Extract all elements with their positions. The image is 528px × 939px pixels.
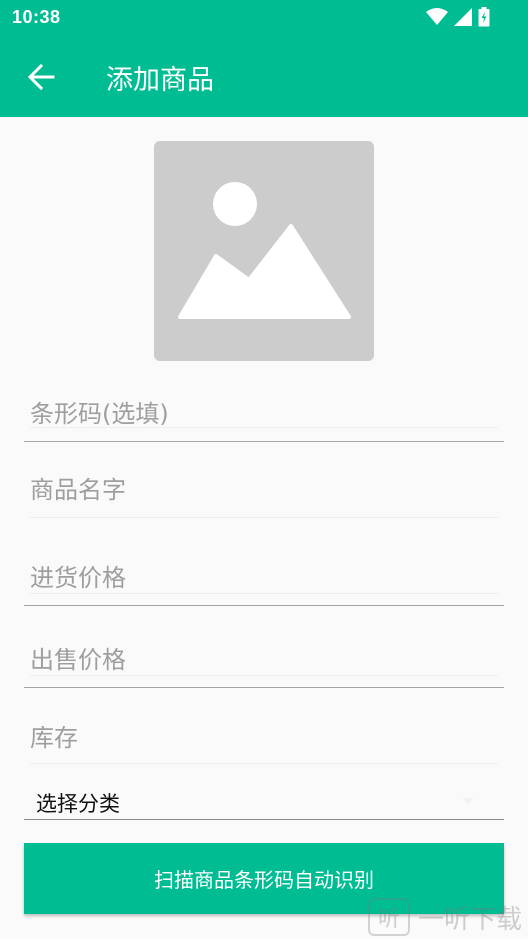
status-icons (426, 7, 490, 27)
status-time: 10:38 (12, 7, 61, 27)
field-underline (30, 517, 498, 518)
field-underline (30, 763, 498, 764)
status-bar: 10:38 (0, 0, 528, 36)
barcode-input[interactable] (24, 386, 504, 442)
scan-barcode-button[interactable]: 扫描商品条形码自动识别 (24, 843, 504, 914)
product-image-picker[interactable] (154, 141, 374, 361)
stock-input[interactable] (24, 710, 504, 766)
battery-icon (478, 7, 490, 27)
purchase-price-input[interactable] (24, 550, 504, 606)
wifi-icon (426, 8, 448, 25)
page-title: 添加商品 (106, 65, 214, 96)
category-selected: 选择分类 (36, 792, 120, 816)
spinner-underline (24, 819, 504, 820)
sale-price-field[interactable] (24, 632, 504, 688)
field-inner-line (30, 427, 498, 428)
signal-icon (454, 8, 472, 26)
sale-price-input[interactable] (24, 632, 504, 688)
back-button[interactable] (26, 62, 56, 92)
dropdown-arrow-icon (462, 798, 474, 804)
field-underline (24, 605, 504, 606)
category-spinner[interactable]: 选择分类 (24, 776, 504, 820)
purchase-price-field[interactable] (24, 550, 504, 606)
field-inner-line (30, 675, 498, 676)
field-underline (24, 687, 504, 688)
product-name-input[interactable] (24, 462, 504, 518)
field-underline (24, 441, 504, 442)
arrow-back-icon (27, 63, 55, 91)
field-inner-line (30, 593, 498, 594)
barcode-field[interactable] (24, 386, 504, 442)
image-placeholder-icon (178, 182, 351, 319)
product-name-field[interactable] (24, 462, 504, 518)
app-bar: 添加商品 (0, 36, 528, 117)
stock-field[interactable] (24, 710, 504, 766)
